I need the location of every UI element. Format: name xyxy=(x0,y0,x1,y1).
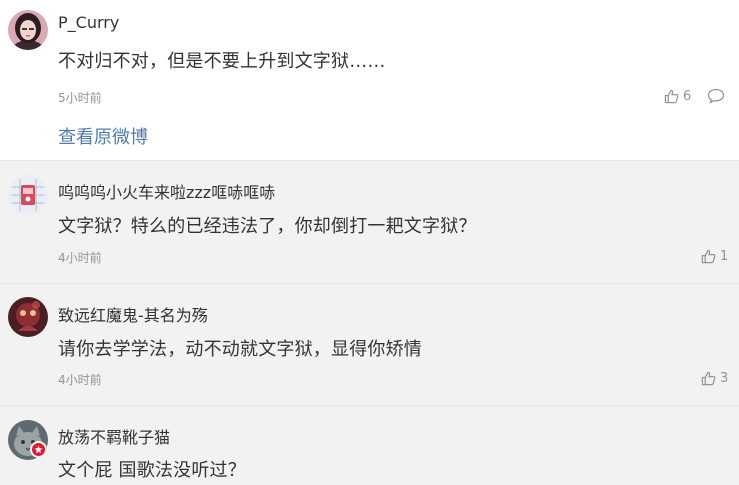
comment-text: 不对归不对，但是不要上升到文字狱…… xyxy=(58,51,386,72)
timestamp: 4小时前 xyxy=(58,251,102,265)
username[interactable]: P_Curry xyxy=(58,13,119,32)
thumbs-up-icon xyxy=(664,89,679,104)
comment-button[interactable] xyxy=(707,88,725,108)
like-button[interactable]: 3 xyxy=(701,371,728,386)
thumbs-up-icon xyxy=(701,371,716,386)
like-button[interactable]: 6 xyxy=(664,89,691,104)
thumbs-up-icon xyxy=(701,249,716,264)
comment-bubble-icon xyxy=(707,88,725,108)
verified-badge-icon xyxy=(30,441,47,458)
like-count: 3 xyxy=(720,371,729,386)
username[interactable]: 致远红魔鬼-其名为殇 xyxy=(58,302,208,326)
username[interactable]: 呜呜呜小火车来啦zzz哐哧哐哧 xyxy=(58,179,275,203)
comment-text: 请你去学学法，动不动就文字狱，显得你矫情 xyxy=(58,339,422,360)
view-original-weibo-link[interactable]: 查看原微博 xyxy=(58,123,148,149)
like-button[interactable]: 1 xyxy=(701,249,728,264)
comment-text: 文个屁 国歌法没听过？ xyxy=(58,460,246,481)
like-count: 6 xyxy=(683,89,692,104)
username[interactable]: 放荡不羁靴子猫 xyxy=(58,424,170,448)
timestamp: 4小时前 xyxy=(58,373,102,387)
like-count: 1 xyxy=(720,249,729,264)
avatar-reply-1[interactable] xyxy=(8,175,48,215)
comment-text: 文字狱？特么的已经违法了，你却倒打一耙文字狱？ xyxy=(58,216,477,237)
avatar-reply-2[interactable] xyxy=(8,297,48,337)
avatar-p-curry[interactable] xyxy=(8,10,48,50)
timestamp: 5小时前 xyxy=(58,91,102,105)
